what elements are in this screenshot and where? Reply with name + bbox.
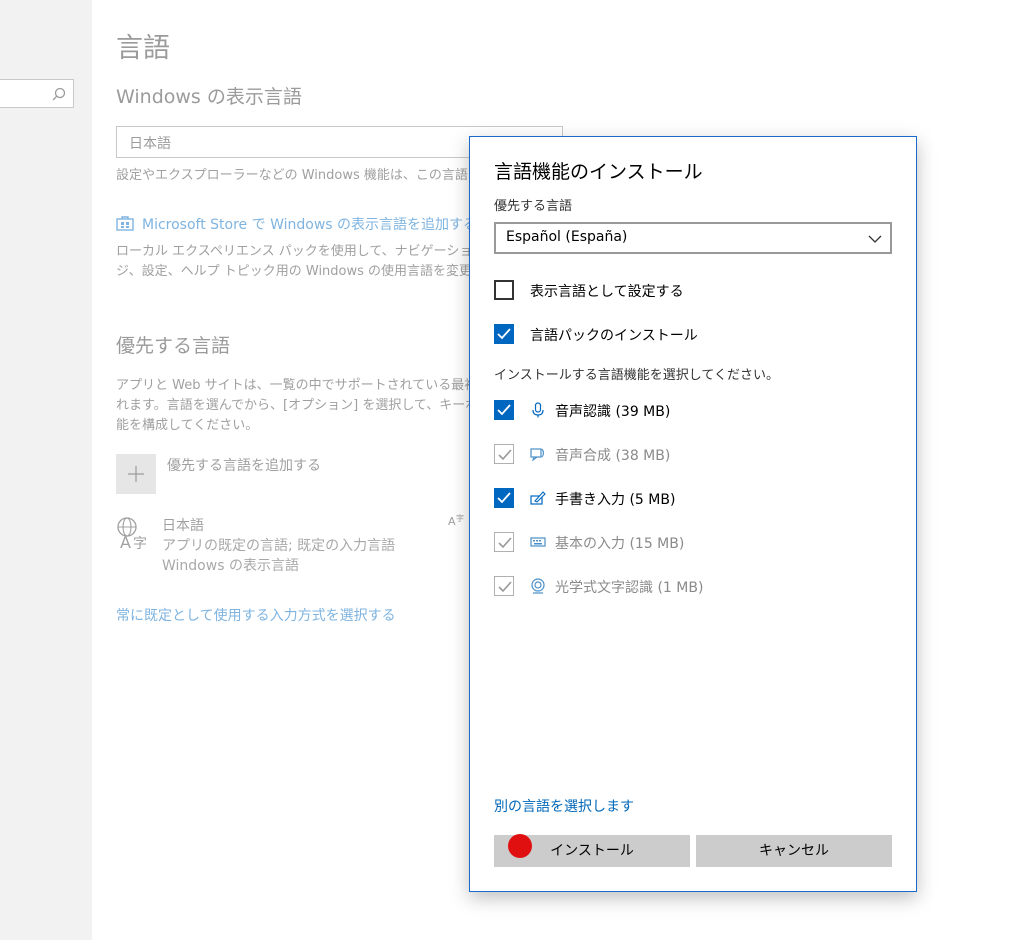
handwriting-checkbox[interactable] (494, 488, 514, 508)
ocr-icon (530, 578, 546, 594)
speech-recognition-checkbox[interactable] (494, 400, 514, 420)
speech-synthesis-icon (530, 446, 546, 462)
install-language-pack-label[interactable]: 言語パックのインストール (530, 325, 698, 345)
preferred-languages-heading: 優先する言語 (116, 335, 231, 357)
default-input-method-link[interactable]: 常に既定として使用する入力方式を選択する (116, 605, 396, 625)
dialog-title: 言語機能のインストール (494, 161, 703, 183)
svg-text:字: 字 (456, 513, 464, 523)
handwriting-icon (530, 490, 546, 506)
add-language-label[interactable]: 優先する言語を追加する (167, 455, 321, 475)
display-language-heading: Windows の表示言語 (116, 86, 302, 108)
ocr-label: 光学式文字認識 (1 MB) (555, 580, 704, 596)
language-feature-icon: A字 (448, 513, 464, 530)
language-item-detail: アプリの既定の言語; 既定の入力言語 (162, 538, 396, 554)
install-language-pack-checkbox[interactable] (494, 324, 514, 344)
add-language-button[interactable] (116, 454, 156, 494)
store-icon (116, 215, 134, 235)
language-icon: A字 (116, 516, 150, 555)
language-item-name[interactable]: 日本語 (162, 515, 204, 535)
choose-other-language-link[interactable]: 別の言語を選択します (494, 796, 634, 816)
display-language-description: 設定やエクスプローラーなどの Windows 機能は、この言語で表 (116, 168, 471, 183)
preferred-description-line1: アプリと Web サイトは、一覧の中でサポートされている最初の言 (116, 378, 471, 393)
lxp-description-line2: ジ、設定、ヘルプ トピック用の Windows の使用言語を変更します (116, 264, 471, 279)
click-marker (508, 834, 532, 858)
search-input[interactable] (0, 79, 74, 108)
microphone-icon (530, 402, 546, 418)
chevron-down-icon (868, 232, 882, 248)
language-dropdown-value: Español (España) (506, 229, 628, 245)
language-dropdown[interactable]: Español (España) (494, 222, 892, 254)
install-language-features-dialog: 言語機能のインストール 優先する言語 Español (España) 表示言語… (469, 136, 917, 892)
basic-typing-checkbox (494, 532, 514, 552)
basic-typing-label: 基本の入力 (15 MB) (555, 536, 685, 552)
plus-icon (128, 466, 144, 482)
keyboard-icon (530, 534, 546, 550)
preferred-language-label: 優先する言語 (494, 199, 573, 214)
search-icon[interactable] (52, 86, 66, 105)
text-to-speech-checkbox (494, 444, 514, 464)
navigation-pane (0, 0, 92, 940)
svg-text:A: A (120, 533, 131, 550)
ocr-checkbox (494, 576, 514, 596)
handwriting-label[interactable]: 手書き入力 (5 MB) (555, 489, 675, 509)
set-display-language-checkbox[interactable] (494, 280, 514, 300)
page-title: 言語 (116, 33, 170, 64)
svg-text:A: A (448, 515, 456, 527)
lxp-description-line1: ローカル エクスペリエンス パックを使用して、ナビゲーション、メニ (116, 244, 471, 259)
cancel-button[interactable]: キャンセル (696, 835, 892, 867)
language-item-detail-2: Windows の表示言語 (162, 558, 299, 574)
speech-recognition-label[interactable]: 音声認識 (39 MB) (555, 401, 670, 421)
preferred-description-line3: 能を構成してください。 (116, 418, 259, 433)
preferred-description-line2: れます。言語を選んでから、[オプション] を選択して、キーボード (116, 398, 471, 413)
store-link-label[interactable]: Microsoft Store で Windows の表示言語を追加する (142, 217, 471, 233)
set-display-language-label[interactable]: 表示言語として設定する (530, 281, 684, 301)
svg-text:字: 字 (133, 536, 147, 550)
text-to-speech-label: 音声合成 (38 MB) (555, 448, 671, 464)
store-link[interactable]: Microsoft Store で Windows の表示言語を追加する (116, 214, 471, 235)
features-hint: インストールする言語機能を選択してください。 (494, 368, 779, 383)
